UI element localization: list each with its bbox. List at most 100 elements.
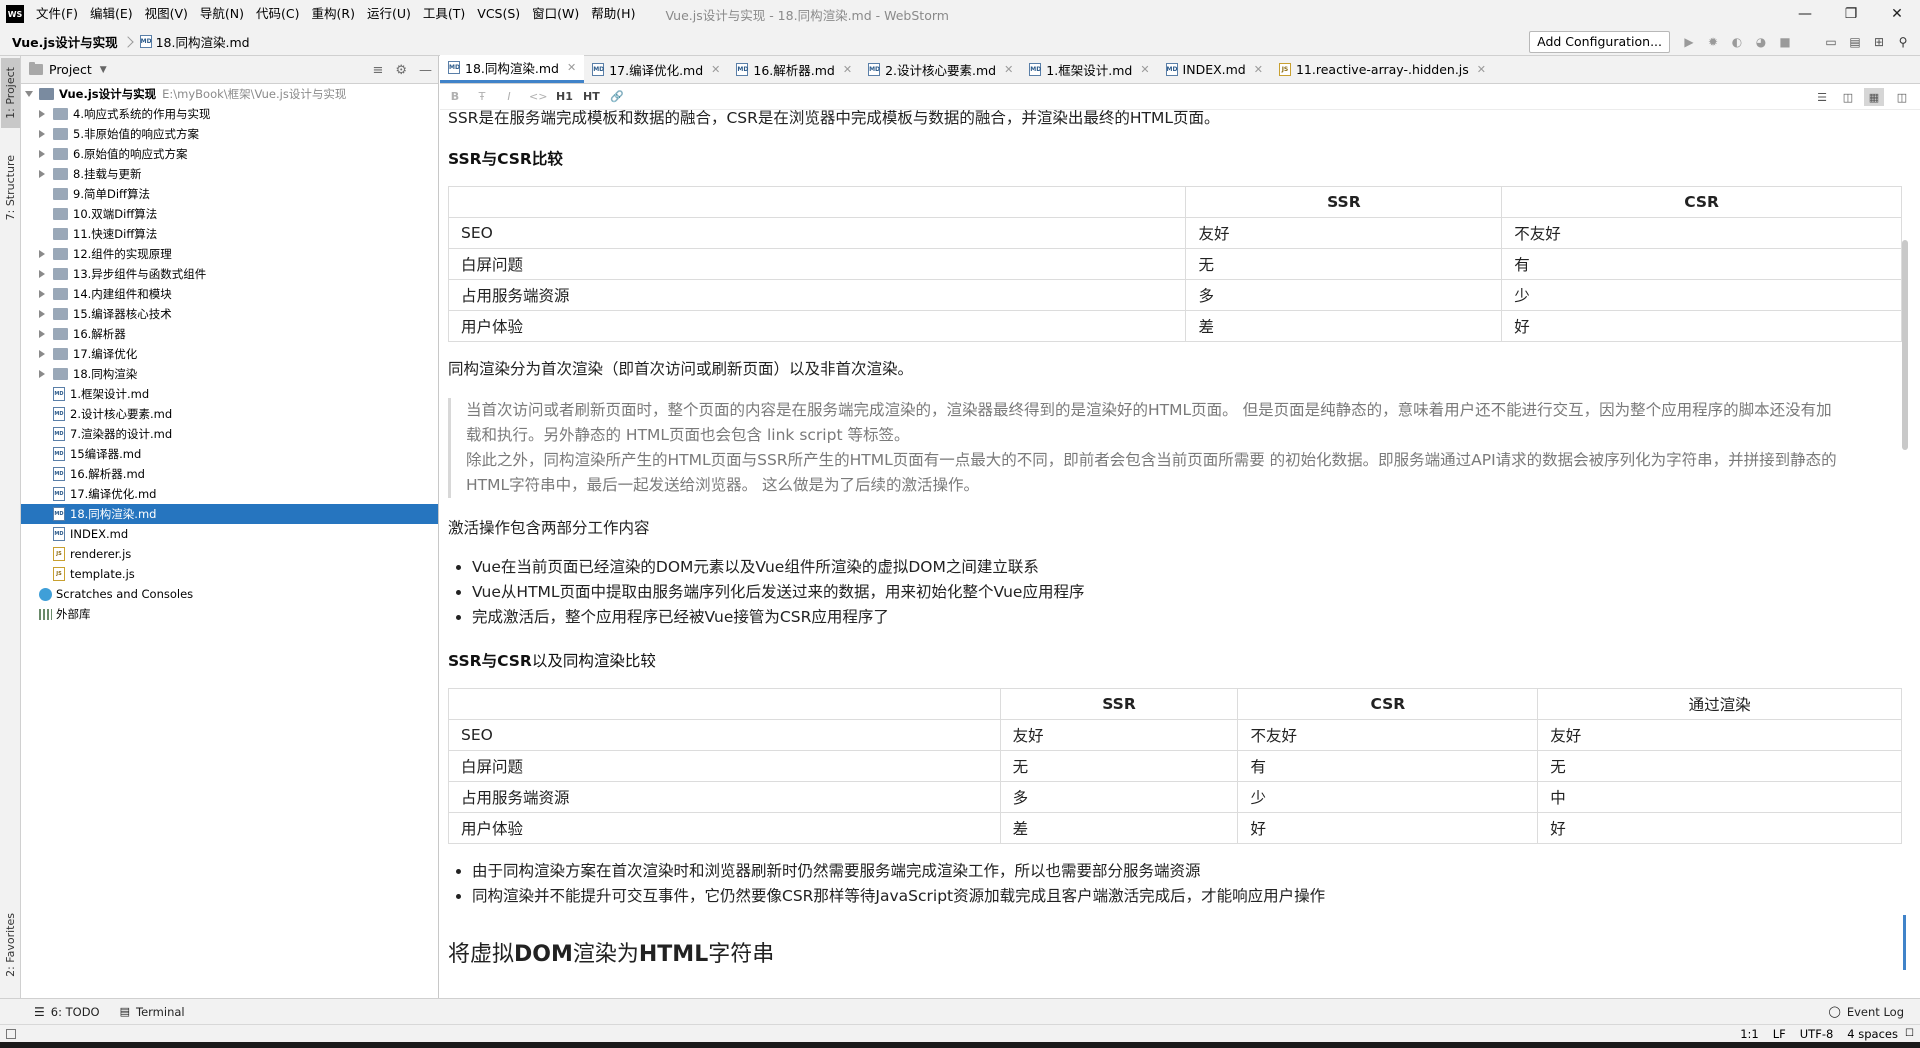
search-icon[interactable]: ⚲ (1894, 33, 1912, 51)
expand-arrow-icon[interactable] (39, 250, 45, 258)
editor-tab[interactable]: MD 2.设计核心要素.md ✕ (860, 55, 1021, 83)
tab-structure[interactable]: 7: Structure (1, 150, 20, 226)
expand-arrow-icon[interactable] (39, 330, 45, 338)
tree-folder[interactable]: 12.组件的实现原理 (21, 244, 438, 264)
code-icon[interactable]: <> (529, 90, 547, 103)
tree-file[interactable]: MD 1.框架设计.md (21, 384, 438, 404)
editor-tab[interactable]: JS 11.reactive-array-.hidden.js ✕ (1271, 55, 1494, 83)
stop-icon[interactable]: ■ (1776, 33, 1794, 51)
terminal-window-icon[interactable]: ▤ (1846, 33, 1864, 51)
line-separator[interactable]: LF (1773, 1027, 1786, 1041)
tree-folder[interactable]: 18.同构渲染 (21, 364, 438, 384)
tree-scratches[interactable]: Scratches and Consoles (21, 584, 438, 604)
coverage-icon[interactable]: ◐ (1728, 33, 1746, 51)
menu-item[interactable]: 工具(T) (417, 0, 471, 28)
tree-file[interactable]: JS renderer.js (21, 544, 438, 564)
tree-external-libraries[interactable]: 外部库 (21, 604, 438, 624)
editor-tab[interactable]: MD 18.同构渲染.md ✕ (440, 55, 585, 83)
breadcrumb-project[interactable]: Vue.js设计与实现 (12, 32, 118, 51)
close-tab-icon[interactable]: ✕ (567, 61, 576, 74)
restore-icon[interactable]: ❐ (1828, 0, 1874, 28)
tree-folder[interactable]: 9.简单Diff算法 (21, 184, 438, 204)
close-tab-icon[interactable]: ✕ (1254, 63, 1263, 76)
hide-panel-icon[interactable]: — (419, 63, 432, 78)
split-view-icon[interactable]: ◫ (1838, 88, 1858, 106)
expand-arrow-icon[interactable] (39, 370, 45, 378)
status-square-icon[interactable] (6, 1028, 16, 1039)
indent-setting[interactable]: 4 spaces (1847, 1027, 1898, 1041)
project-panel-title[interactable]: Project (49, 62, 92, 77)
editor-tab[interactable]: MD INDEX.md ✕ (1158, 55, 1271, 83)
tree-folder[interactable]: 15.编译器核心技术 (21, 304, 438, 324)
run-icon[interactable]: ▶ (1680, 33, 1698, 51)
expand-arrow-icon[interactable] (39, 270, 45, 278)
menu-item[interactable]: 帮助(H) (585, 0, 641, 28)
chevron-down-icon[interactable]: ▼ (100, 65, 107, 75)
editor-tab[interactable]: MD 1.框架设计.md ✕ (1021, 55, 1157, 83)
debug-icon[interactable]: ✹ (1704, 33, 1722, 51)
tree-file[interactable]: MD 16.解析器.md (21, 464, 438, 484)
breadcrumb-file[interactable]: MD 18.同构渲染.md (139, 32, 250, 51)
vertical-scrollbar[interactable] (1902, 240, 1908, 450)
tree-file[interactable]: MD 18.同构渲染.md (21, 504, 438, 524)
close-tab-icon[interactable]: ✕ (1140, 63, 1149, 76)
expand-arrow-icon[interactable] (39, 290, 45, 298)
todo-tool-button[interactable]: ☰ 6: TODO (34, 1005, 100, 1019)
tree-file[interactable]: MD 2.设计核心要素.md (21, 404, 438, 424)
tree-file[interactable]: MD 17.编译优化.md (21, 484, 438, 504)
tree-folder[interactable]: 17.编译优化 (21, 344, 438, 364)
expand-arrow-icon[interactable] (39, 110, 45, 118)
menu-item[interactable]: VCS(S) (471, 0, 526, 28)
close-tab-icon[interactable]: ✕ (1004, 63, 1013, 76)
editor-only-icon[interactable]: ☰ (1812, 88, 1832, 106)
tree-folder[interactable]: 8.挂载与更新 (21, 164, 438, 184)
add-configuration-button[interactable]: Add Configuration... (1529, 31, 1670, 53)
tab-favorites[interactable]: 2: Favorites (1, 902, 20, 988)
tree-file[interactable]: MD INDEX.md (21, 524, 438, 544)
tree-folder[interactable]: 14.内建组件和模块 (21, 284, 438, 304)
close-window-icon[interactable]: ✕ (1874, 0, 1920, 28)
layout-icon[interactable]: ◫ (1892, 88, 1912, 106)
close-tab-icon[interactable]: ✕ (711, 63, 720, 76)
lock-icon[interactable]: ☐ (1905, 1028, 1914, 1039)
expand-arrow-icon[interactable] (39, 350, 45, 358)
tab-project[interactable]: 1: Project (1, 58, 20, 128)
tree-folder[interactable]: 6.原始值的响应式方案 (21, 144, 438, 164)
tree-folder[interactable]: 4.响应式系统的作用与实现 (21, 104, 438, 124)
vcs-icon[interactable]: ⊞ (1870, 33, 1888, 51)
tree-folder[interactable]: 13.异步组件与函数式组件 (21, 264, 438, 284)
gear-icon[interactable]: ⚙ (395, 63, 407, 78)
italic-icon[interactable]: I (502, 90, 516, 103)
expand-arrow-icon[interactable] (39, 150, 45, 158)
event-log-button[interactable]: ◯ Event Log (1829, 1005, 1904, 1019)
expand-arrow-icon[interactable] (39, 310, 45, 318)
tree-root[interactable]: Vue.js设计与实现 E:\myBook\框架\Vue.js设计与实现 (21, 84, 438, 104)
editor-tab[interactable]: MD 16.解析器.md ✕ (728, 55, 860, 83)
menu-item[interactable]: 窗口(W) (526, 0, 585, 28)
preview-only-icon[interactable]: ▦ (1864, 88, 1884, 106)
editor-tab[interactable]: MD 17.编译优化.md ✕ (584, 55, 728, 83)
tree-folder[interactable]: 5.非原始值的响应式方案 (21, 124, 438, 144)
profile-icon[interactable]: ◕ (1752, 33, 1770, 51)
project-structure-icon[interactable]: ▭ (1822, 33, 1840, 51)
strikethrough-icon[interactable]: Ŧ (475, 90, 489, 103)
tree-file[interactable]: MD 7.渲染器的设计.md (21, 424, 438, 444)
caret-position[interactable]: 1:1 (1740, 1027, 1759, 1041)
terminal-tool-button[interactable]: ▤ Terminal (120, 1005, 185, 1019)
link-icon[interactable]: 🔗 (610, 90, 624, 103)
minimize-icon[interactable]: — (1782, 0, 1828, 28)
tree-folder[interactable]: 16.解析器 (21, 324, 438, 344)
expand-arrow-icon[interactable] (39, 130, 45, 138)
header-icon[interactable]: H1 (556, 90, 573, 103)
bold-icon[interactable]: B (448, 90, 462, 103)
collapse-all-icon[interactable]: ≡ (372, 63, 383, 78)
menu-item[interactable]: 运行(U) (361, 0, 417, 28)
expand-arrow-icon[interactable] (25, 91, 33, 97)
menu-item[interactable]: 代码(C) (250, 0, 305, 28)
close-tab-icon[interactable]: ✕ (1477, 63, 1486, 76)
tree-folder[interactable]: 10.双端Diff算法 (21, 204, 438, 224)
table-header-icon[interactable]: HT (583, 90, 600, 103)
expand-arrow-icon[interactable] (39, 170, 45, 178)
file-encoding[interactable]: UTF-8 (1800, 1027, 1834, 1041)
menu-item[interactable]: 文件(F) (30, 0, 84, 28)
